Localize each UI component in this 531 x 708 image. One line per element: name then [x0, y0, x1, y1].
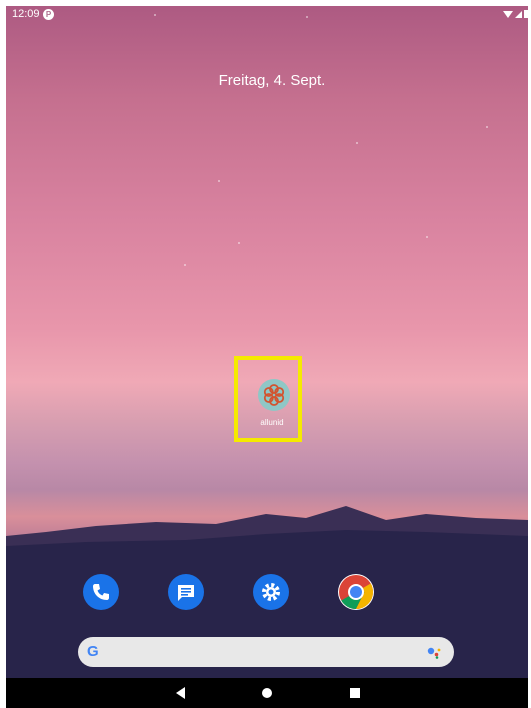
- flower-app-icon[interactable]: [258, 379, 290, 411]
- recents-icon[interactable]: [348, 686, 362, 700]
- home-icon[interactable]: [260, 686, 274, 700]
- back-icon[interactable]: [174, 686, 188, 700]
- app-allunid-highlight[interactable]: allunid: [234, 356, 302, 442]
- gear-icon[interactable]: [253, 574, 289, 610]
- status-bar: 12:09 P: [6, 6, 528, 30]
- messages-icon[interactable]: [168, 574, 204, 610]
- signal-icon: [515, 11, 522, 18]
- star: [238, 242, 240, 244]
- status-icons: [502, 9, 528, 22]
- chrome-icon[interactable]: [338, 574, 374, 610]
- date-display[interactable]: Freitag, 4. Sept.: [6, 72, 528, 89]
- phone-icon[interactable]: [83, 574, 119, 610]
- wifi-icon: [503, 11, 513, 18]
- app-label: allunid: [260, 418, 284, 427]
- notification-icon: P: [43, 9, 54, 20]
- star: [184, 264, 186, 266]
- assistant-icon[interactable]: [426, 645, 442, 659]
- google-search-bar[interactable]: G: [78, 637, 454, 667]
- star: [426, 236, 428, 238]
- star: [218, 180, 220, 182]
- battery-icon: [524, 10, 528, 18]
- star: [356, 142, 358, 144]
- navigation-bar: [6, 678, 528, 708]
- status-time: 12:09: [12, 8, 40, 20]
- star: [486, 126, 488, 128]
- google-logo: G: [87, 643, 99, 660]
